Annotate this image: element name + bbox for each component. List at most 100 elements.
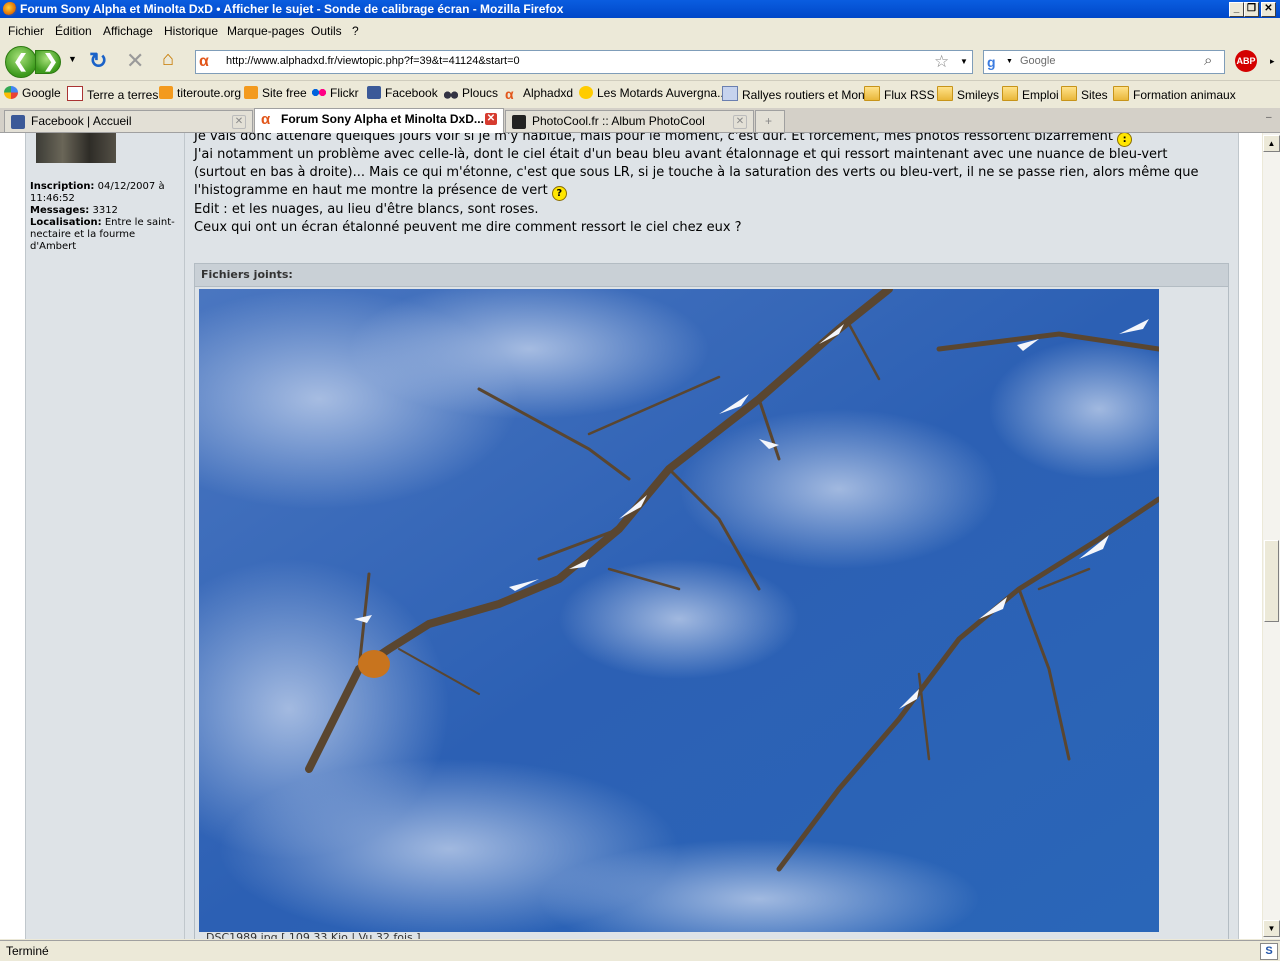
rss-icon xyxy=(244,86,258,99)
bookmark-star-icon[interactable]: ☆ xyxy=(934,52,949,72)
scroll-up-icon[interactable]: ▲ xyxy=(1263,135,1280,152)
firefox-icon xyxy=(3,2,17,16)
search-bar[interactable]: g ▼ Google ⌕ xyxy=(983,50,1225,74)
bookmark-folder-sites[interactable]: Sites xyxy=(1061,86,1108,102)
bookmark-folder-emploi[interactable]: Emploi xyxy=(1002,86,1059,102)
tab-facebook[interactable]: Facebook | Accueil ✕ xyxy=(4,110,253,132)
attached-photo[interactable] xyxy=(199,289,1159,932)
menu-edition[interactable]: Édition xyxy=(55,24,92,38)
bookmark-label: Site free xyxy=(262,86,307,100)
menu-affichage[interactable]: Affichage xyxy=(103,24,153,38)
toolbar-overflow-icon[interactable]: ▸ xyxy=(1270,56,1275,67)
status-bar: Terminé S xyxy=(0,940,1280,961)
window-title: Forum Sony Alpha et Minolta DxD • Affich… xyxy=(20,2,564,16)
vertical-scrollbar[interactable]: ▲ ▼ xyxy=(1263,133,1280,939)
bookmark-label: Emploi xyxy=(1022,88,1059,102)
profile-localisation: Localisation: Entre le saint-nectaire et… xyxy=(30,217,180,253)
new-tab-button[interactable]: + xyxy=(755,110,785,132)
bookmark-label: titeroute.org xyxy=(177,86,242,100)
folder-icon xyxy=(1002,86,1018,101)
bookmark-label: Google xyxy=(22,86,61,100)
window-titlebar: Forum Sony Alpha et Minolta DxD • Affich… xyxy=(0,0,1280,18)
inscription-label: Inscription: xyxy=(30,181,95,192)
minimize-button[interactable]: _ xyxy=(1229,2,1244,17)
home-icon[interactable]: ⌂ xyxy=(162,48,174,71)
tab-list-icon[interactable]: – xyxy=(1266,112,1272,123)
maximize-button[interactable]: ❐ xyxy=(1244,2,1259,17)
close-window-button[interactable]: ✕ xyxy=(1261,2,1276,17)
bookmark-label: Ploucs xyxy=(462,86,499,100)
bookmark-flickr[interactable]: Flickr xyxy=(312,86,359,100)
menu-marque-pages[interactable]: Marque-pages xyxy=(227,24,304,38)
post-text: Je vais donc attendre quelques jours voi… xyxy=(194,133,1114,144)
reload-icon[interactable]: ↻ xyxy=(89,48,107,74)
bookmark-terre-a-terres[interactable]: Terre a terres xyxy=(67,86,158,102)
question-smiley-icon: ? xyxy=(551,186,567,201)
menu-bar: Fichier Édition Affichage Historique Mar… xyxy=(0,20,1280,42)
post-line: l'histogramme en haut me montre la prése… xyxy=(194,182,567,201)
close-tab-icon[interactable]: ✕ xyxy=(485,113,497,125)
avatar[interactable] xyxy=(36,133,116,163)
post-line: Je vais donc attendre quelques jours voi… xyxy=(194,133,1133,147)
stumbleupon-icon[interactable]: S xyxy=(1260,943,1278,960)
bookmark-alphadxd[interactable]: α Alphadxd xyxy=(505,86,573,101)
magnifier-icon[interactable]: ⌕ xyxy=(1204,52,1212,69)
bookmark-google[interactable]: Google xyxy=(4,86,61,100)
tab-photocool[interactable]: PhotoCool.fr :: Album PhotoCool ✕ xyxy=(505,110,754,132)
forward-button[interactable]: ❯ xyxy=(35,50,61,74)
post-line: Edit : et les nuages, au lieu d'être bla… xyxy=(194,202,539,217)
menu-help[interactable]: ? xyxy=(352,24,359,38)
engine-dropdown-icon[interactable]: ▼ xyxy=(1006,58,1013,65)
post-line: J'ai notamment un problème avec celle-là… xyxy=(194,147,1168,162)
bookmark-label: Facebook xyxy=(385,86,438,100)
menu-fichier[interactable]: Fichier xyxy=(8,24,44,38)
localisation-label: Localisation: xyxy=(30,217,102,228)
history-dropdown-icon[interactable]: ▼ xyxy=(68,54,77,64)
bookmark-label: Les Motards Auvergna... xyxy=(597,86,728,100)
bookmark-rallyes[interactable]: Rallyes routiers et Mon... xyxy=(722,86,875,102)
adblock-plus-button[interactable]: ABP xyxy=(1235,50,1257,72)
bookmark-facebook[interactable]: Facebook xyxy=(367,86,438,100)
bookmark-label: Flux RSS xyxy=(884,88,935,102)
bookmark-page-icon xyxy=(67,86,83,101)
close-tab-icon[interactable]: ✕ xyxy=(733,115,747,129)
close-tab-icon[interactable]: ✕ xyxy=(232,115,246,129)
google-search-engine-icon[interactable]: g xyxy=(987,54,1003,70)
tab-forum-sony-alpha[interactable]: α Forum Sony Alpha et Minolta DxD... ✕ xyxy=(254,108,504,133)
bookmark-folder-flux-rss[interactable]: Flux RSS xyxy=(864,86,935,102)
profile-messages: Messages: 3312 xyxy=(30,205,180,217)
url-dropdown-icon[interactable]: ▼ xyxy=(960,57,968,66)
sad-smiley-icon: : xyxy=(1117,133,1133,147)
flickr-icon xyxy=(312,86,326,99)
bookmark-label: Terre a terres xyxy=(87,88,159,102)
alphadxd-icon: α xyxy=(261,111,271,128)
bookmark-label: Formation animaux xyxy=(1133,88,1236,102)
url-bar[interactable]: α http://www.alphadxd.fr/viewtopic.php?f… xyxy=(195,50,973,74)
menu-outils[interactable]: Outils xyxy=(311,24,342,38)
new-tab-icon: + xyxy=(765,114,773,128)
profile-inscription: Inscription: 04/12/2007 à 11:46:52 xyxy=(30,181,180,205)
photocool-icon xyxy=(512,115,526,129)
status-text: Terminé xyxy=(6,944,49,958)
scrollbar-thumb[interactable] xyxy=(1264,540,1279,622)
bookmark-motards[interactable]: Les Motards Auvergna... xyxy=(579,86,727,100)
back-arrow-icon: ❮ xyxy=(13,51,29,71)
bookmark-folder-smileys[interactable]: Smileys xyxy=(937,86,999,102)
bookmark-titeroute[interactable]: titeroute.org xyxy=(159,86,241,100)
bookmark-folder-formation-animaux[interactable]: Formation animaux xyxy=(1113,86,1236,102)
rss-icon xyxy=(159,86,173,99)
messages-value: 3312 xyxy=(92,205,118,216)
scroll-down-icon[interactable]: ▼ xyxy=(1263,920,1280,937)
folder-icon xyxy=(1061,86,1077,101)
stop-icon[interactable]: ✕ xyxy=(126,48,144,74)
bookmark-ploucs[interactable]: Ploucs xyxy=(444,86,498,100)
alphadxd-icon: α xyxy=(505,86,514,102)
url-text[interactable]: http://www.alphadxd.fr/viewtopic.php?f=3… xyxy=(226,55,520,67)
alphadxd-site-icon: α xyxy=(199,53,209,70)
bookmark-site-free[interactable]: Site free xyxy=(244,86,307,100)
menu-historique[interactable]: Historique xyxy=(164,24,218,38)
forward-arrow-icon: ❯ xyxy=(43,51,59,71)
google-icon xyxy=(4,86,18,99)
smiley-icon xyxy=(579,86,593,99)
back-button[interactable]: ❮ xyxy=(5,46,37,78)
